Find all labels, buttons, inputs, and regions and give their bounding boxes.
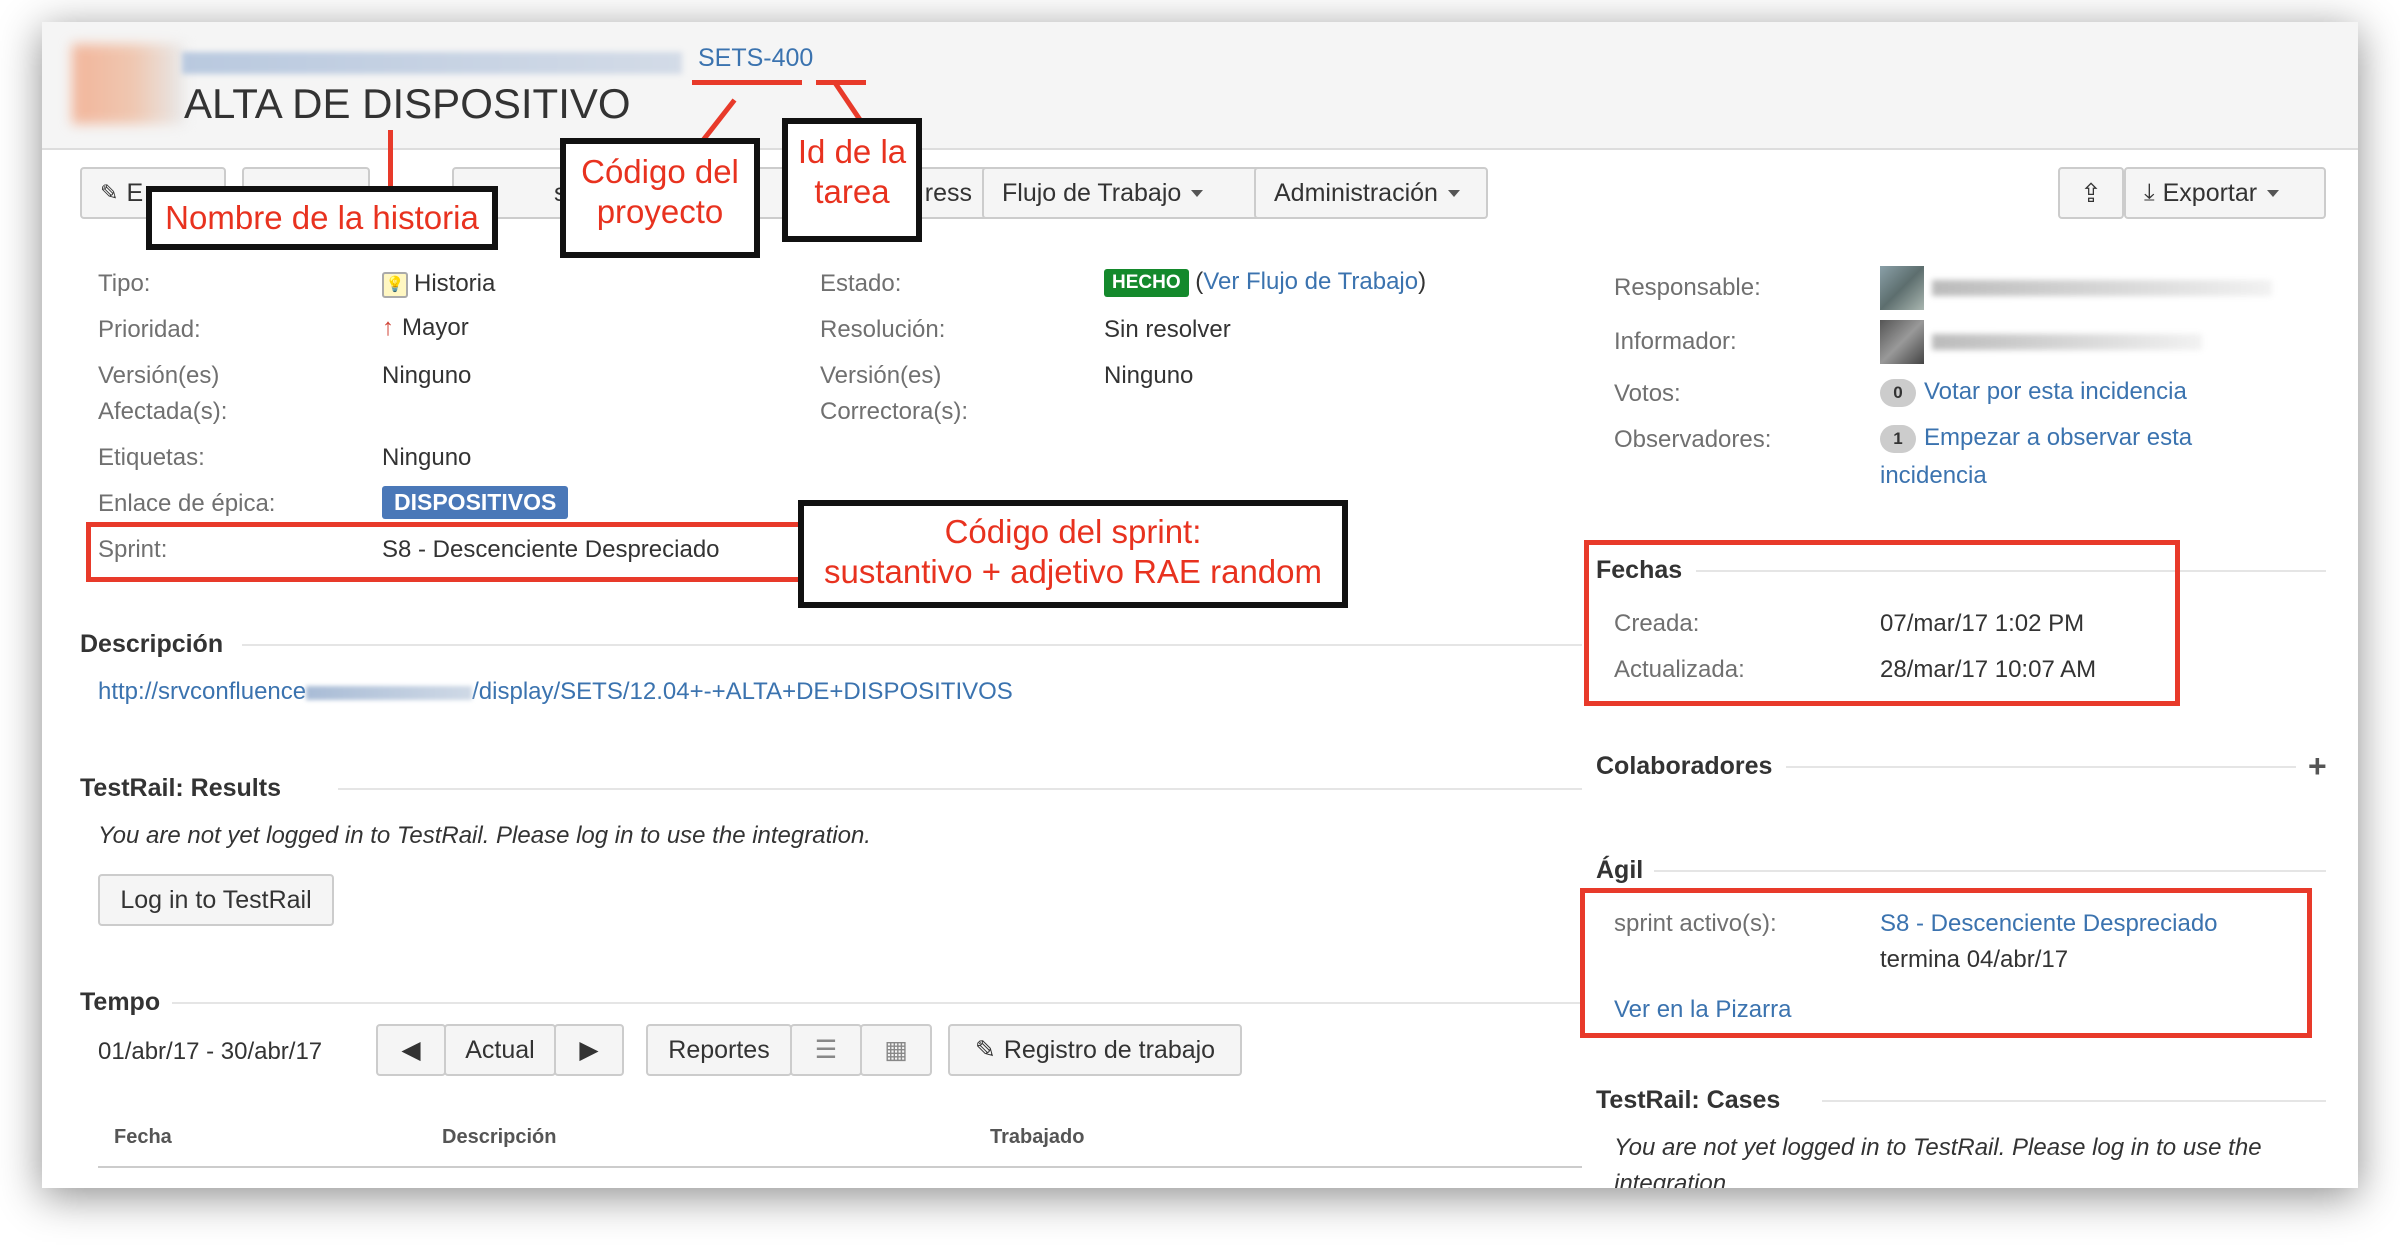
votes-value: 0 Votar por esta incidencia	[1880, 378, 2187, 407]
issue-window: SETS-400 ALTA DE DISPOSITIVO ✎ E signar …	[42, 22, 2358, 1188]
task-id-underline	[816, 80, 866, 85]
resolucion-label: Resolución:	[820, 316, 946, 343]
epica-label: Enlace de épica:	[98, 490, 276, 517]
testrail-login-button[interactable]: Log in to TestRail	[98, 874, 334, 926]
dates-highlight-box	[1584, 540, 2180, 706]
section-divider	[1822, 1100, 2326, 1102]
section-divider	[172, 1002, 1582, 1004]
share-icon: ⇪	[2080, 177, 2102, 208]
prioridad-label: Prioridad:	[98, 316, 201, 343]
section-divider	[338, 788, 1582, 790]
agile-highlight-box	[1580, 888, 2312, 1038]
grid-icon: ▦	[884, 1036, 908, 1064]
reporter-avatar[interactable]	[1880, 320, 1924, 364]
chevron-down-icon	[1447, 189, 1460, 197]
responsable-label: Responsable:	[1614, 274, 1761, 301]
informador-label: Informador:	[1614, 328, 1737, 355]
section-divider	[1654, 870, 2326, 872]
assignee-avatar[interactable]	[1880, 266, 1924, 310]
chevron-down-icon	[1191, 189, 1204, 197]
votes-count: 0	[1880, 378, 1916, 407]
export-dropdown[interactable]: ⤓ Exportar	[2124, 167, 2326, 219]
watchers-value: 1 Empezar a observar esta	[1880, 424, 2192, 453]
assignee-name-blurred[interactable]	[1932, 280, 2272, 296]
project-breadcrumb-blurred	[182, 52, 682, 74]
tipo-value: 💡 Historia	[382, 270, 495, 298]
version-afectada-label-2: Afectada(s):	[98, 398, 228, 425]
estado-value: HECHO (Ver Flujo de Trabajo)	[1104, 268, 1426, 297]
add-collaborator-plus-icon[interactable]: +	[2308, 748, 2327, 785]
table-divider	[98, 1166, 1582, 1168]
etiquetas-value: Ninguno	[382, 444, 472, 471]
testrail-cases-title: TestRail: Cases	[1596, 1086, 1781, 1114]
view-workflow-link[interactable]: Ver Flujo de Trabajo	[1203, 268, 1418, 295]
tempo-current-button[interactable]: Actual	[444, 1024, 556, 1076]
caret-left-icon: ◀	[401, 1036, 421, 1064]
testrail-results-title: TestRail: Results	[80, 774, 281, 802]
vote-link[interactable]: Votar por esta incidencia	[1924, 378, 2187, 405]
watchers-count: 1	[1880, 424, 1916, 453]
sprint-highlight-box	[86, 522, 812, 582]
section-divider	[1786, 766, 2296, 768]
watch-link-continued[interactable]: incidencia	[1880, 462, 1987, 490]
tempo-title: Tempo	[80, 988, 161, 1016]
column-header-fecha: Fecha	[114, 1126, 172, 1148]
caret-right-icon: ▶	[579, 1036, 599, 1064]
votos-label: Votos:	[1614, 380, 1681, 407]
observadores-label: Observadores:	[1614, 426, 1772, 453]
version-correctora-label: Versión(es)	[820, 362, 942, 389]
pencil-icon: ✎	[974, 1036, 996, 1064]
list-icon: ☰	[814, 1036, 838, 1064]
testrail-cases-message: You are not yet logged in to TestRail. P…	[1614, 1134, 2262, 1161]
issue-summary: ALTA DE DISPOSITIVO	[184, 80, 631, 127]
project-avatar	[72, 44, 184, 124]
sprint-code-callout: Código del sprint: sustantivo + adjetivo…	[798, 500, 1348, 608]
workflow-dropdown[interactable]: Flujo de Trabajo	[982, 167, 1282, 219]
arrow-up-icon: ↑	[382, 314, 394, 341]
story-icon: 💡	[382, 271, 408, 298]
tempo-grid-view-button[interactable]: ▦	[860, 1024, 932, 1076]
tempo-range: 01/abr/17 - 30/abr/17	[98, 1038, 323, 1065]
project-code-callout: Código del proyecto	[560, 138, 760, 258]
testrail-results-message: You are not yet logged in to TestRail. P…	[98, 822, 871, 849]
description-link[interactable]: http://srvconfluence/display/SETS/12.04+…	[98, 678, 1013, 706]
column-header-descripcion: Descripción	[442, 1126, 557, 1148]
share-button[interactable]: ⇪	[2058, 167, 2124, 219]
tempo-next-button[interactable]: ▶	[554, 1024, 624, 1076]
tempo-reports-button[interactable]: Reportes	[646, 1024, 792, 1076]
tempo-prev-button[interactable]: ◀	[376, 1024, 446, 1076]
tempo-list-view-button[interactable]: ☰	[790, 1024, 862, 1076]
estado-label: Estado:	[820, 270, 902, 297]
chevron-down-icon	[2267, 189, 2280, 197]
reporter-name-blurred[interactable]	[1932, 334, 2202, 350]
status-badge: HECHO	[1104, 268, 1189, 297]
version-afectada-value: Ninguno	[382, 362, 472, 389]
epic-link-badge[interactable]: DISPOSITIVOS	[382, 486, 569, 519]
prioridad-value: ↑ Mayor	[382, 314, 469, 341]
etiquetas-label: Etiquetas:	[98, 444, 205, 471]
version-afectada-label: Versión(es)	[98, 362, 220, 389]
section-divider	[242, 644, 1582, 646]
pencil-icon: ✎	[100, 180, 119, 205]
column-header-trabajado: Trabajado	[990, 1126, 1085, 1148]
story-name-callout: Nombre de la historia	[146, 186, 498, 250]
blurred-host	[306, 685, 473, 700]
watch-link[interactable]: Empezar a observar esta	[1924, 424, 2192, 451]
project-code-underline	[692, 80, 802, 85]
tipo-label: Tipo:	[98, 270, 151, 297]
version-correctora-label-2: Correctora(s):	[820, 398, 969, 425]
admin-dropdown[interactable]: Administración	[1254, 167, 1488, 219]
testrail-cases-message-2: integration.	[1614, 1170, 1733, 1188]
agile-title: Ágil	[1596, 856, 1644, 884]
collaborators-title: Colaboradores	[1596, 752, 1773, 780]
task-id-callout: Id de la tarea	[782, 118, 922, 242]
tempo-worklog-button[interactable]: ✎ Registro de trabajo	[948, 1024, 1242, 1076]
version-correctora-value: Ninguno	[1104, 362, 1194, 389]
issue-key-link[interactable]: SETS-400	[698, 44, 813, 73]
description-title: Descripción	[80, 630, 224, 658]
download-icon: ⤓	[2144, 179, 2155, 206]
resolucion-value: Sin resolver	[1104, 316, 1231, 343]
